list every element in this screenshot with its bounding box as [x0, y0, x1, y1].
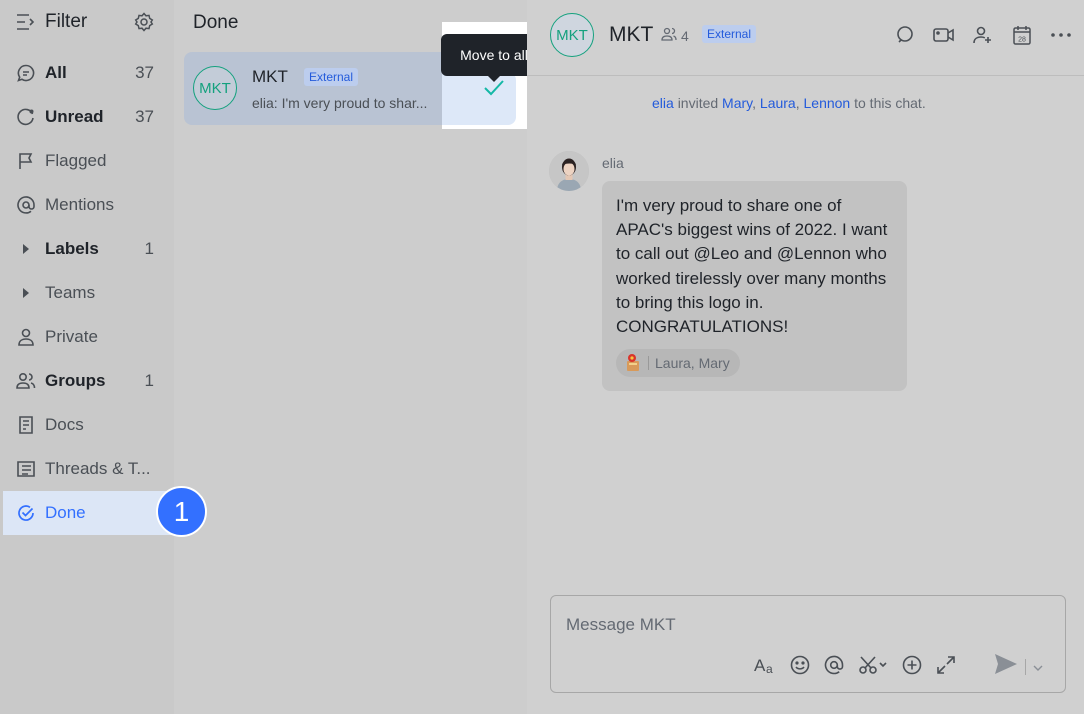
- person-icon: [16, 327, 36, 347]
- sidebar-item-groups[interactable]: Groups 1: [0, 359, 174, 403]
- more-icon[interactable]: [1050, 24, 1072, 46]
- sidebar-item-labels[interactable]: Labels 1: [0, 227, 174, 271]
- chat-header: MKT MKT 4 External 28: [527, 0, 1084, 76]
- chat-panel: MKT MKT 4 External 28 elia invited Mary,…: [527, 0, 1084, 714]
- mention-icon[interactable]: [824, 653, 844, 677]
- scissors-icon[interactable]: [858, 653, 888, 677]
- gear-icon[interactable]: [134, 12, 154, 37]
- chat-name: MKT: [252, 67, 288, 86]
- sidebar-item-done[interactable]: Done: [3, 491, 171, 535]
- chat-title[interactable]: MKT: [609, 23, 653, 47]
- svg-text:A: A: [754, 656, 766, 675]
- doc-icon: [16, 415, 36, 435]
- header-actions: 28: [894, 24, 1072, 46]
- reaction-chip[interactable]: Laura, Mary: [616, 349, 740, 377]
- user-link[interactable]: Lennon: [804, 95, 851, 111]
- system-message: elia invited Mary, Laura, Lennon to this…: [652, 95, 926, 111]
- calendar-icon[interactable]: 28: [1011, 24, 1033, 46]
- system-text: invited: [677, 95, 719, 111]
- members-icon: [661, 27, 677, 44]
- sidebar-item-count: 1: [144, 239, 154, 258]
- sidebar-header: Filter: [0, 0, 174, 46]
- caret-right-icon[interactable]: [16, 283, 36, 303]
- sidebar-item-docs[interactable]: Docs: [0, 403, 174, 447]
- threads-icon: [16, 459, 36, 479]
- divider: [648, 356, 649, 370]
- divider: [1025, 658, 1026, 675]
- text-format-icon[interactable]: Aa: [754, 653, 776, 677]
- user-link[interactable]: Laura: [760, 95, 796, 111]
- message-text: I'm very proud to share one of APAC's bi…: [616, 196, 888, 337]
- reaction-users: Laura, Mary: [655, 355, 730, 371]
- filter-icon[interactable]: [16, 13, 36, 36]
- sidebar-item-label: Threads & T...: [45, 459, 151, 478]
- svg-text:28: 28: [1018, 37, 1026, 44]
- send-group: [994, 653, 1043, 680]
- sidebar-item-mentions[interactable]: Mentions: [0, 183, 174, 227]
- svg-text:a: a: [766, 662, 773, 675]
- sidebar-item-private[interactable]: Private: [0, 315, 174, 359]
- sidebar-item-teams[interactable]: Teams: [0, 271, 174, 315]
- member-count-value: 4: [681, 27, 689, 44]
- composer-toolbar: Aa: [754, 653, 956, 677]
- sidebar: Filter All 37 Unread 37 Flagged Mentions…: [0, 0, 174, 714]
- sidebar-item-count: 37: [135, 63, 154, 82]
- sidebar-item-label: Labels: [45, 239, 99, 258]
- sidebar-item-label: Flagged: [45, 151, 107, 170]
- expand-icon[interactable]: [936, 653, 956, 677]
- sidebar-item-label: Docs: [45, 415, 84, 434]
- chat-bubble-icon: [16, 63, 36, 83]
- avatar[interactable]: [549, 151, 589, 191]
- move-to-all-check-icon[interactable]: [483, 79, 505, 102]
- done-check-icon: [16, 503, 36, 523]
- send-icon[interactable]: [994, 653, 1018, 680]
- sidebar-item-label: Groups: [45, 371, 106, 390]
- sidebar-item-threads[interactable]: Threads & T...: [0, 447, 174, 491]
- sidebar-item-count: 37: [135, 107, 154, 126]
- message-sender: elia: [602, 155, 624, 171]
- sidebar-item-count: 1: [144, 371, 154, 390]
- message-bubble[interactable]: I'm very proud to share one of APAC's bi…: [602, 181, 907, 391]
- sidebar-item-all[interactable]: All 37: [0, 51, 174, 95]
- sidebar-item-unread[interactable]: Unread 37: [0, 95, 174, 139]
- sidebar-item-label: Done: [45, 503, 86, 522]
- user-link[interactable]: Mary: [722, 95, 752, 111]
- external-badge: External: [702, 25, 757, 43]
- sidebar-title: Filter: [45, 11, 88, 32]
- user-link[interactable]: elia: [652, 95, 674, 111]
- composer-placeholder: Message MKT: [566, 615, 676, 634]
- sidebar-item-flagged[interactable]: Flagged: [0, 139, 174, 183]
- sidebar-item-label: All: [45, 63, 67, 82]
- external-badge: External: [304, 68, 359, 86]
- at-icon: [16, 195, 36, 215]
- sidebar-item-label: Unread: [45, 107, 104, 126]
- caret-right-icon[interactable]: [16, 239, 36, 259]
- chat-preview: elia: I'm very proud to shar...: [252, 95, 428, 111]
- sidebar-item-label: Mentions: [45, 195, 114, 214]
- flag-icon: [16, 151, 36, 171]
- list-title: Done: [193, 12, 239, 33]
- add-circle-icon[interactable]: [902, 653, 922, 677]
- member-count[interactable]: 4: [661, 27, 689, 44]
- sidebar-nav: All 37 Unread 37 Flagged Mentions Labels…: [0, 51, 174, 535]
- step-badge-1: 1: [156, 486, 207, 537]
- avatar: MKT: [193, 66, 237, 110]
- group-icon: [16, 371, 36, 391]
- chevron-down-icon[interactable]: [1033, 658, 1043, 676]
- message-composer[interactable]: Message MKT Aa: [550, 595, 1066, 693]
- search-chat-icon[interactable]: [894, 24, 916, 46]
- sidebar-item-label: Teams: [45, 283, 96, 302]
- unread-icon: [16, 107, 36, 127]
- system-text: to this chat.: [854, 95, 926, 111]
- emoji-icon[interactable]: [790, 653, 810, 677]
- sidebar-item-label: Private: [45, 327, 98, 346]
- video-call-icon[interactable]: [933, 24, 955, 46]
- add-member-icon[interactable]: [972, 24, 994, 46]
- chat-avatar[interactable]: MKT: [550, 13, 594, 57]
- medal-emoji-icon: [624, 352, 642, 375]
